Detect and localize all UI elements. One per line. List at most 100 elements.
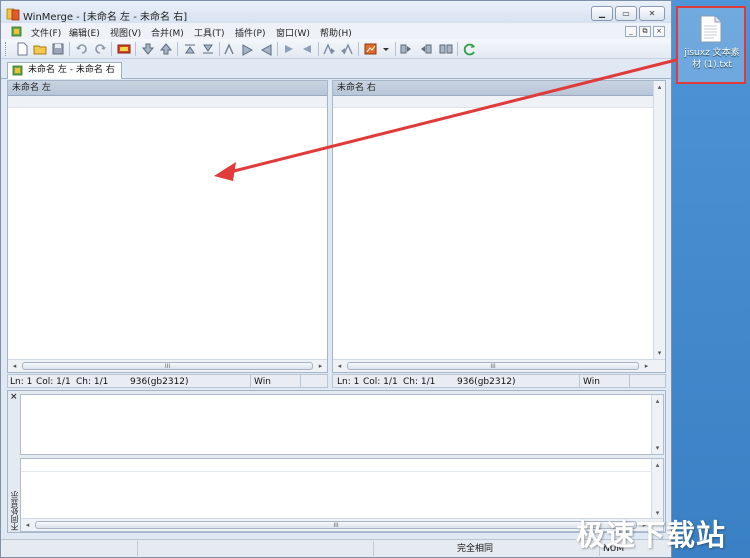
status-divider xyxy=(579,375,580,387)
last-diff-icon[interactable] xyxy=(201,42,215,56)
copy-left-icon[interactable] xyxy=(259,42,273,56)
left-status-bar: Ln: 1 Col: 1/1 Ch: 1/1 936(gb2312) Win xyxy=(7,374,328,388)
right-only-icon[interactable] xyxy=(419,42,433,56)
right-status-line: Ln: 1 xyxy=(337,377,360,387)
copy-all-left-icon[interactable] xyxy=(340,42,354,56)
window-title: WinMerge - [未命名 左 - 未命名 右] xyxy=(23,12,188,23)
close-icon: ✕ xyxy=(648,9,656,18)
scroll-up-icon[interactable]: ▴ xyxy=(652,396,663,406)
mdi-close-button[interactable]: × xyxy=(653,26,665,37)
toolbar-separator xyxy=(318,42,319,56)
watermark: 极速下载站 xyxy=(576,518,727,552)
mdi-minimize-button[interactable]: _ xyxy=(625,26,637,37)
scroll-grip: III xyxy=(333,522,339,529)
right-vertical-scrollbar[interactable]: ▴ ▾ xyxy=(653,81,665,359)
desktop-file-label: jisuxz 文本素材 (1).txt xyxy=(684,48,740,70)
open-icon[interactable] xyxy=(33,42,47,56)
toolbar-separator xyxy=(177,42,178,56)
toolbar-grip[interactable] xyxy=(5,42,8,56)
diff-line xyxy=(21,471,651,472)
diff-panel-close-icon[interactable]: × xyxy=(10,392,18,402)
toolbar-separator xyxy=(135,42,136,56)
status-divider xyxy=(250,375,251,387)
diff-panel: × 不同处显示 ▴ ▾ ▴ ▾ ◂ III ▸ xyxy=(7,390,666,533)
tab-document[interactable]: 未命名 左 - 未命名 右 xyxy=(7,62,122,79)
scroll-down-icon[interactable]: ▾ xyxy=(654,348,665,358)
status-divider xyxy=(629,375,630,387)
maximize-button[interactable]: ▭ xyxy=(615,6,637,21)
document-icon[interactable] xyxy=(11,26,22,37)
diff-top-vertical-scrollbar[interactable]: ▴ ▾ xyxy=(651,395,663,454)
toolbar-separator xyxy=(277,42,278,56)
menu-window[interactable]: 窗口(W) xyxy=(276,26,310,39)
copy-to-left-icon[interactable] xyxy=(300,42,314,56)
document-tabs: 未命名 左 - 未命名 右 xyxy=(1,59,671,79)
left-only-icon[interactable] xyxy=(399,42,413,56)
tab-label: 未命名 左 - 未命名 右 xyxy=(28,65,115,75)
refresh-icon[interactable] xyxy=(463,42,477,56)
copy-to-right-icon[interactable] xyxy=(282,42,296,56)
mdi-buttons: _ ⧉ × xyxy=(625,26,665,37)
copy-all-right-icon[interactable] xyxy=(322,42,336,56)
left-pane-location-bar xyxy=(8,96,327,108)
text-file-icon xyxy=(700,15,722,43)
mdi-restore-button[interactable]: ⧉ xyxy=(639,26,651,37)
scroll-up-icon[interactable]: ▴ xyxy=(652,460,663,470)
right-pane[interactable]: 未命名 右 ▴ ▾ ◂ III ▸ xyxy=(332,80,666,373)
copy-right-icon[interactable] xyxy=(241,42,255,56)
scroll-left-icon[interactable]: ◂ xyxy=(22,520,33,530)
compare-icon[interactable] xyxy=(439,42,453,56)
right-status-eol: Win xyxy=(583,377,600,387)
close-button[interactable]: ✕ xyxy=(639,6,665,21)
diff-horizontal-scrollbar[interactable]: ◂ III ▸ xyxy=(21,518,663,531)
redo-icon[interactable] xyxy=(93,42,107,56)
current-diff-icon[interactable] xyxy=(223,42,237,56)
scroll-right-icon[interactable]: ▸ xyxy=(641,361,652,371)
left-pane[interactable]: 未命名 左 ◂ III ▸ xyxy=(7,80,328,373)
save-icon[interactable] xyxy=(51,42,65,56)
left-status-encoding: 936(gb2312) xyxy=(130,377,189,387)
scroll-right-icon[interactable]: ▸ xyxy=(315,361,326,371)
scroll-down-icon[interactable]: ▾ xyxy=(652,443,663,453)
scroll-thumb[interactable]: III xyxy=(22,362,313,370)
main-status-bar: 完全相同 NUM xyxy=(1,539,671,557)
left-pane-header: 未命名 左 xyxy=(8,81,327,96)
diff-left-view[interactable]: ▴ ▾ xyxy=(20,394,664,455)
scroll-left-icon[interactable]: ◂ xyxy=(9,361,20,371)
right-horizontal-scrollbar[interactable]: ◂ III ▸ xyxy=(333,359,665,372)
toolbar xyxy=(1,39,671,59)
left-horizontal-scrollbar[interactable]: ◂ III ▸ xyxy=(8,359,327,372)
left-status-line: Ln: 1 xyxy=(10,377,33,387)
status-cell xyxy=(137,541,373,556)
menu-file[interactable]: 文件(F) xyxy=(31,26,61,39)
toolbar-separator xyxy=(358,42,359,56)
menu-tools[interactable]: 工具(T) xyxy=(194,26,225,39)
diff-bottom-vertical-scrollbar[interactable]: ▴ ▾ xyxy=(651,459,663,519)
scroll-thumb[interactable]: III xyxy=(347,362,639,370)
diff-right-view[interactable]: ▴ ▾ ◂ III ▸ xyxy=(20,458,664,532)
all-diffs-icon[interactable] xyxy=(117,42,131,56)
minimize-button[interactable]: ▁ xyxy=(591,6,613,21)
toolbar-separator xyxy=(111,42,112,56)
desktop-file[interactable]: jisuxz 文本素材 (1).txt xyxy=(676,6,746,84)
toolbar-separator xyxy=(69,42,70,56)
menu-edit[interactable]: 编辑(E) xyxy=(69,26,100,39)
dropdown-arrow-icon[interactable] xyxy=(379,42,393,56)
menu-help[interactable]: 帮助(H) xyxy=(320,26,352,39)
left-status-ch: Ch: 1/1 xyxy=(76,377,109,387)
next-diff-icon[interactable] xyxy=(141,42,155,56)
menu-view[interactable]: 视图(V) xyxy=(110,26,141,39)
first-diff-icon[interactable] xyxy=(183,42,197,56)
right-status-encoding: 936(gb2312) xyxy=(457,377,516,387)
menu-merge[interactable]: 合并(M) xyxy=(151,26,184,39)
undo-icon[interactable] xyxy=(75,42,89,56)
scroll-up-icon[interactable]: ▴ xyxy=(654,82,665,92)
left-status-eol: Win xyxy=(254,377,271,387)
options-icon[interactable] xyxy=(364,42,378,56)
scroll-grip: III xyxy=(490,363,496,370)
prev-diff-icon[interactable] xyxy=(159,42,173,56)
menu-plugins[interactable]: 插件(P) xyxy=(235,26,265,39)
new-icon[interactable] xyxy=(15,42,29,56)
scroll-left-icon[interactable]: ◂ xyxy=(334,361,345,371)
scroll-thumb[interactable]: III xyxy=(35,521,637,529)
